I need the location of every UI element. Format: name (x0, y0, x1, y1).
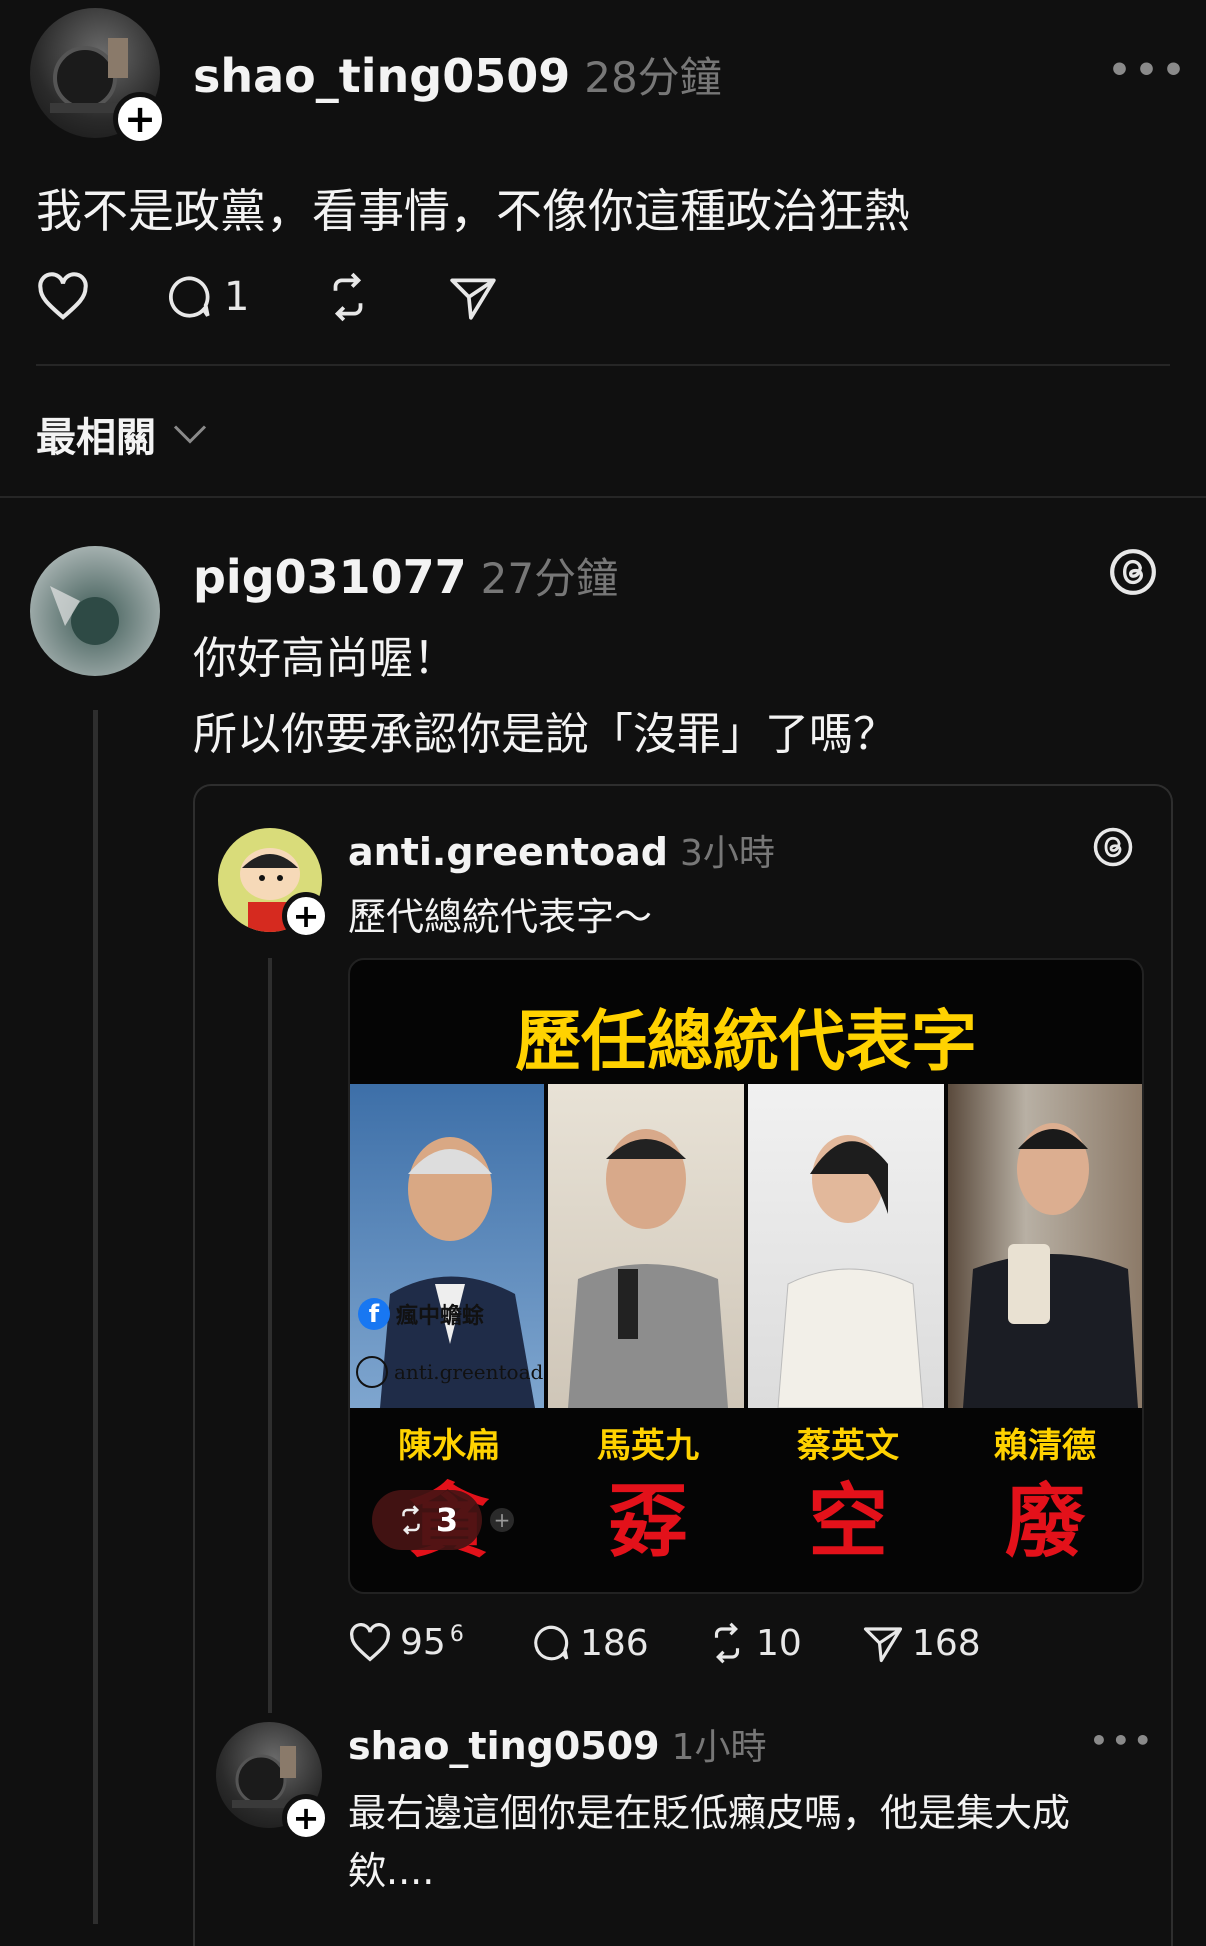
badge-plus-icon: + (490, 1508, 514, 1532)
post-timestamp: 28分鐘 (584, 53, 722, 102)
facebook-icon: f (358, 1298, 390, 1330)
president-photo-icon (568, 1129, 728, 1408)
quoted-post-image[interactable]: 歷任總統代表字 f 瘋中蟾蜍 anti.greentoad 陳水扁 馬英九 孬 … (348, 958, 1144, 1594)
comment-button[interactable]: 1 (164, 272, 249, 322)
quoted-repost-count: 10 (756, 1622, 802, 1664)
portrait-3 (748, 1084, 944, 1408)
nested-follow-plus-button[interactable]: + (282, 1794, 330, 1842)
president-char-3: 空 (808, 1475, 888, 1568)
quoted-follow-plus-button[interactable]: + (282, 892, 330, 940)
portrait-2 (548, 1084, 744, 1408)
reply-author-avatar[interactable] (30, 546, 160, 676)
badge-repost-count: 3 (435, 1501, 459, 1539)
president-name-3: 蔡英文 (797, 1426, 899, 1466)
badge-repost-icon (402, 1505, 420, 1535)
post-divider (36, 364, 1170, 366)
president-name-2: 馬英九 (597, 1426, 699, 1466)
share-button[interactable] (448, 272, 498, 322)
reply-timestamp: 27分鐘 (480, 554, 619, 603)
handle-watermark: anti.greentoad (356, 1356, 543, 1388)
quoted-threads-logo-icon[interactable] (1092, 826, 1134, 868)
image-title: 歷任總統代表字 (515, 1003, 977, 1080)
president-char-4: 廢 (1005, 1475, 1085, 1568)
post-author-username[interactable]: shao_ting0509 (193, 49, 570, 103)
quoted-like-button[interactable]: 95 6 (348, 1622, 464, 1663)
send-icon (863, 1627, 903, 1663)
nested-timestamp: 1小時 (671, 1727, 767, 1768)
quoted-comment-count: 186 (580, 1622, 649, 1664)
quoted-share-count: 168 (912, 1622, 981, 1664)
reply-text-line1: 你好高尚喔！ (193, 633, 457, 684)
quoted-like-count: 95 (400, 1622, 446, 1663)
reply-author-username[interactable]: pig031077 (193, 550, 467, 604)
reply-text-line2: 所以你要承認你是說「沒罪」了嗎？ (193, 709, 897, 760)
watermark-threads-icon (356, 1356, 388, 1388)
chevron-down-icon (173, 425, 207, 444)
nested-author-username[interactable]: shao_ting0509 (348, 1724, 660, 1768)
portrait-4 (948, 1084, 1142, 1408)
like-button[interactable] (36, 272, 90, 322)
quoted-post-text: 歷代總統代表字～ (348, 895, 653, 939)
facebook-watermark: f 瘋中蟾蜍 (358, 1298, 484, 1330)
comment-icon (534, 1625, 569, 1661)
post-text: 我不是政黨，看事情，不像你這種政治狂熱 (36, 184, 910, 238)
president-name-4: 賴清德 (994, 1426, 1096, 1466)
nested-text-line1: 最右邊這個你是在貶低癩皮嗎，他是集大成 (348, 1791, 1071, 1835)
quoted-like-superscript: 6 (449, 1622, 464, 1647)
threads-logo-icon[interactable] (1108, 547, 1158, 597)
quoted-comment-button[interactable]: 186 (530, 1622, 649, 1664)
thread-line (93, 710, 98, 1924)
repost-badge[interactable]: 3 (372, 1490, 482, 1550)
quoted-thread-line (268, 958, 272, 1713)
repost-button[interactable] (322, 272, 374, 322)
quoted-repost-button[interactable]: 10 (706, 1622, 802, 1664)
quoted-share-button[interactable]: 168 (862, 1622, 981, 1664)
president-photo-icon (963, 1123, 1138, 1408)
quoted-timestamp: 3小時 (679, 833, 775, 874)
follow-plus-button[interactable]: + (113, 92, 167, 146)
heart-icon (38, 272, 88, 320)
portrait-1: f 瘋中蟾蜍 anti.greentoad (350, 1084, 544, 1408)
nested-text-line2: 欸.... (348, 1849, 435, 1893)
avatar-photo-icon (50, 586, 119, 645)
repost-icon (714, 1622, 740, 1664)
heart-icon (350, 1622, 390, 1662)
section-divider (0, 496, 1206, 498)
president-char-2: 孬 (608, 1475, 688, 1568)
send-icon (450, 278, 496, 320)
repost-icon (333, 272, 363, 322)
sort-label: 最相關 (36, 415, 156, 461)
comment-count: 1 (224, 274, 250, 320)
nested-more-menu[interactable]: ••• (1090, 1724, 1156, 1757)
president-name-1: 陳水扁 (398, 1426, 500, 1466)
post-more-menu[interactable]: ••• (1108, 50, 1189, 91)
watermark-handle-text: anti.greentoad (394, 1360, 544, 1384)
president-photo-icon (777, 1135, 924, 1408)
sort-selector[interactable]: 最相關 (36, 405, 208, 463)
facebook-watermark-text: 瘋中蟾蜍 (396, 1304, 485, 1329)
comment-icon (169, 276, 210, 318)
quoted-author-username[interactable]: anti.greentoad (348, 830, 668, 874)
